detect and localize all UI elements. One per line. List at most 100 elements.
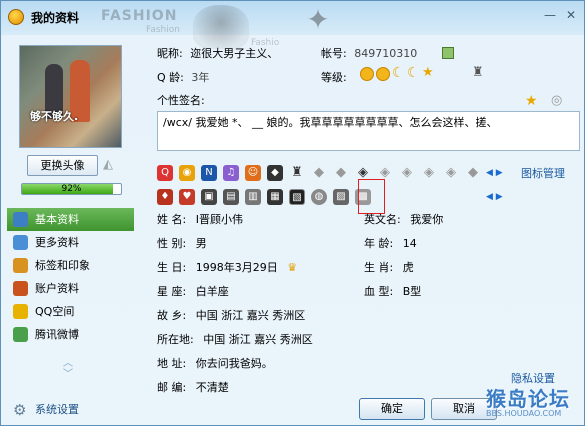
blood-type-label: 血 型: [364,285,394,298]
birthday-row: 生 日: 1998年3月29日 ♛ [157,259,297,275]
change-avatar-button[interactable]: 更换头像 [27,155,98,176]
constellation-label: 星 座: [157,285,187,298]
age-label: 年 龄: [364,237,394,250]
gray-app-icon-6[interactable]: ◍ [311,189,327,205]
location-value: 中国 浙江 嘉兴 秀洲区 [203,333,313,346]
qq-penguin-icon [8,9,24,25]
english-name-value: 我爱你 [410,213,444,226]
sidebar-item-5[interactable]: 腾讯微博 [7,323,134,346]
signature-star-icon[interactable]: ★ [525,93,538,109]
sidebar-item-label: 基本资料 [35,213,79,226]
age-value: 14 [402,237,417,250]
ok-button[interactable]: 确定 [359,398,425,420]
blood-type-row: 血 型: B型 [364,283,421,299]
avatar[interactable]: 够不够久. [19,45,122,148]
hometown-value: 中国 浙江 嘉兴 秀洲区 [195,309,306,322]
gray-app-icon-1[interactable]: ▣ [201,189,217,205]
sidebar-item-3[interactable]: 账户资料 [7,277,134,300]
qq-lock-icon[interactable]: ♜ [289,165,305,181]
close-button[interactable]: ✕ [562,7,580,23]
profile-completion-text: 92% [61,184,82,194]
sidebar-item-label: 标签和印象 [35,259,90,272]
address-row: 地 址: 你去问我爸妈。 [157,355,273,371]
nba-icon[interactable]: N [201,165,217,181]
highlighted-icon-frame [358,179,385,214]
icon-manage-link[interactable]: 图标管理 [521,165,565,181]
birthday-value: 1998年3月29日 [195,261,278,274]
qq-music-icon[interactable]: ♫ [223,165,239,181]
signature-history-icon[interactable]: ◎ [551,93,562,108]
level-row: 等级: [321,69,347,85]
sidebar-item-0[interactable]: 基本资料 [7,208,134,231]
q-age-row: Q 龄: 3年 [157,69,209,85]
gray-app-icon-7[interactable]: ▨ [333,189,349,205]
q-age-label: Q 龄: [157,71,184,84]
gray-gem-icon[interactable]: ◈ [421,165,437,181]
minimize-button[interactable]: — [541,7,559,23]
qq-pet-icon[interactable]: ◉ [179,165,195,181]
tag-icon [13,258,28,273]
hometown-row: 故 乡: 中国 浙江 嘉兴 秀洲区 [157,307,305,323]
sun-icon [376,67,390,81]
sidebar-item-label: QQ空间 [35,305,75,318]
star-icon: ★ [422,65,434,80]
chevron-down-icon[interactable]: ﹀ [63,369,73,380]
avatar-history-icon[interactable]: ◭ [103,157,119,173]
qq-game-icon[interactable]: ☺ [245,165,261,181]
location-label: 所在地: [157,333,194,346]
sun-icon [360,67,374,81]
hometown-label: 故 乡: [157,309,187,322]
level-label: 等级: [321,71,347,84]
account-value: 849710310 [354,47,418,60]
qq-show-icon[interactable]: Q [157,165,173,181]
zodiac-label: 生 肖: [364,261,394,274]
gray-diamond-icon[interactable]: ◆ [333,165,349,181]
zodiac-row: 生 肖: 虎 [364,259,414,275]
gender-row: 性 别: 男 [157,235,207,251]
profile-completion-bar: 92% [21,183,122,195]
title-bar[interactable]: 我的资料 FASHION Fashion Fashio ✦ — ✕ [1,1,584,49]
address-value: 你去问我爸妈。 [195,357,273,370]
signature-field[interactable]: /wcx/ 我爱她 *、 __ 娘的。我草草草草草草草草、怎么会这样、搓、 [157,111,580,151]
sidebar-item-2[interactable]: 标签和印象 [7,254,134,277]
weibo-icon [13,327,28,342]
skin-brand-text: FASHION [101,8,178,24]
gray-app-icon-2[interactable]: ▤ [223,189,239,205]
skin-star-decoration: ✦ [306,3,330,36]
sidebar-nav: 基本资料更多资料标签和印象账户资料 QQ空间腾讯微博 [7,208,134,346]
sidebar-item-label: 账户资料 [35,282,79,295]
qzone-star-icon [13,304,28,319]
account-row: 帐号: 849710310 [321,45,417,61]
nickname-value: 迩很大男子主义、 [190,47,279,60]
sidebar: 够不够久. 更换头像 ◭ 92% 基本资料更多资料标签和印象账户资料 QQ空间腾讯… [1,35,140,425]
moon-icon: ☾ [407,65,420,81]
constellation-row: 星 座: 白羊座 [157,283,229,299]
gray-diamond-icon[interactable]: ◆ [311,165,327,181]
sidebar-item-1[interactable]: 更多资料 [7,231,134,254]
sidebar-item-label: 腾讯微博 [35,328,79,341]
zodiac-value: 虎 [402,261,414,274]
icons-scroll-arrows-1[interactable]: ◀ ▶ [486,168,503,178]
gray-gem-icon[interactable]: ◈ [399,165,415,181]
gray-diamond-icon[interactable]: ◆ [465,165,481,181]
qq-speed-icon[interactable]: ♥ [179,189,195,205]
gear-icon: ⚙ [13,401,27,419]
signature-label: 个性签名: [157,94,205,107]
age-row: 年 龄: 14 [364,235,417,251]
english-name-row: 英文名: 我爱你 [364,211,443,227]
name-value: I晋顾小伟 [195,213,243,226]
account-edit-icon[interactable] [442,47,454,59]
qq-game-red-icon[interactable]: ♦ [157,189,173,205]
gray-gem-icon[interactable]: ◈ [443,165,459,181]
gender-value: 男 [195,237,207,250]
chevron-up-icon[interactable]: ︿ [63,358,73,369]
gray-app-icon-4[interactable]: ▦ [267,189,283,205]
sidebar-scroll-arrows[interactable]: ︿ ﹀ [63,358,73,380]
icons-scroll-arrows-2[interactable]: ◀ ▶ [486,192,503,202]
system-settings-link[interactable]: ⚙ 系统设置 [13,401,79,419]
watermark-title: 猴岛论坛 [486,387,570,411]
gray-app-icon-5[interactable]: ▧ [289,189,305,205]
sidebar-item-4[interactable]: QQ空间 [7,300,134,323]
black-diamond-icon[interactable]: ◆ [267,165,283,181]
gray-app-icon-3[interactable]: ▥ [245,189,261,205]
